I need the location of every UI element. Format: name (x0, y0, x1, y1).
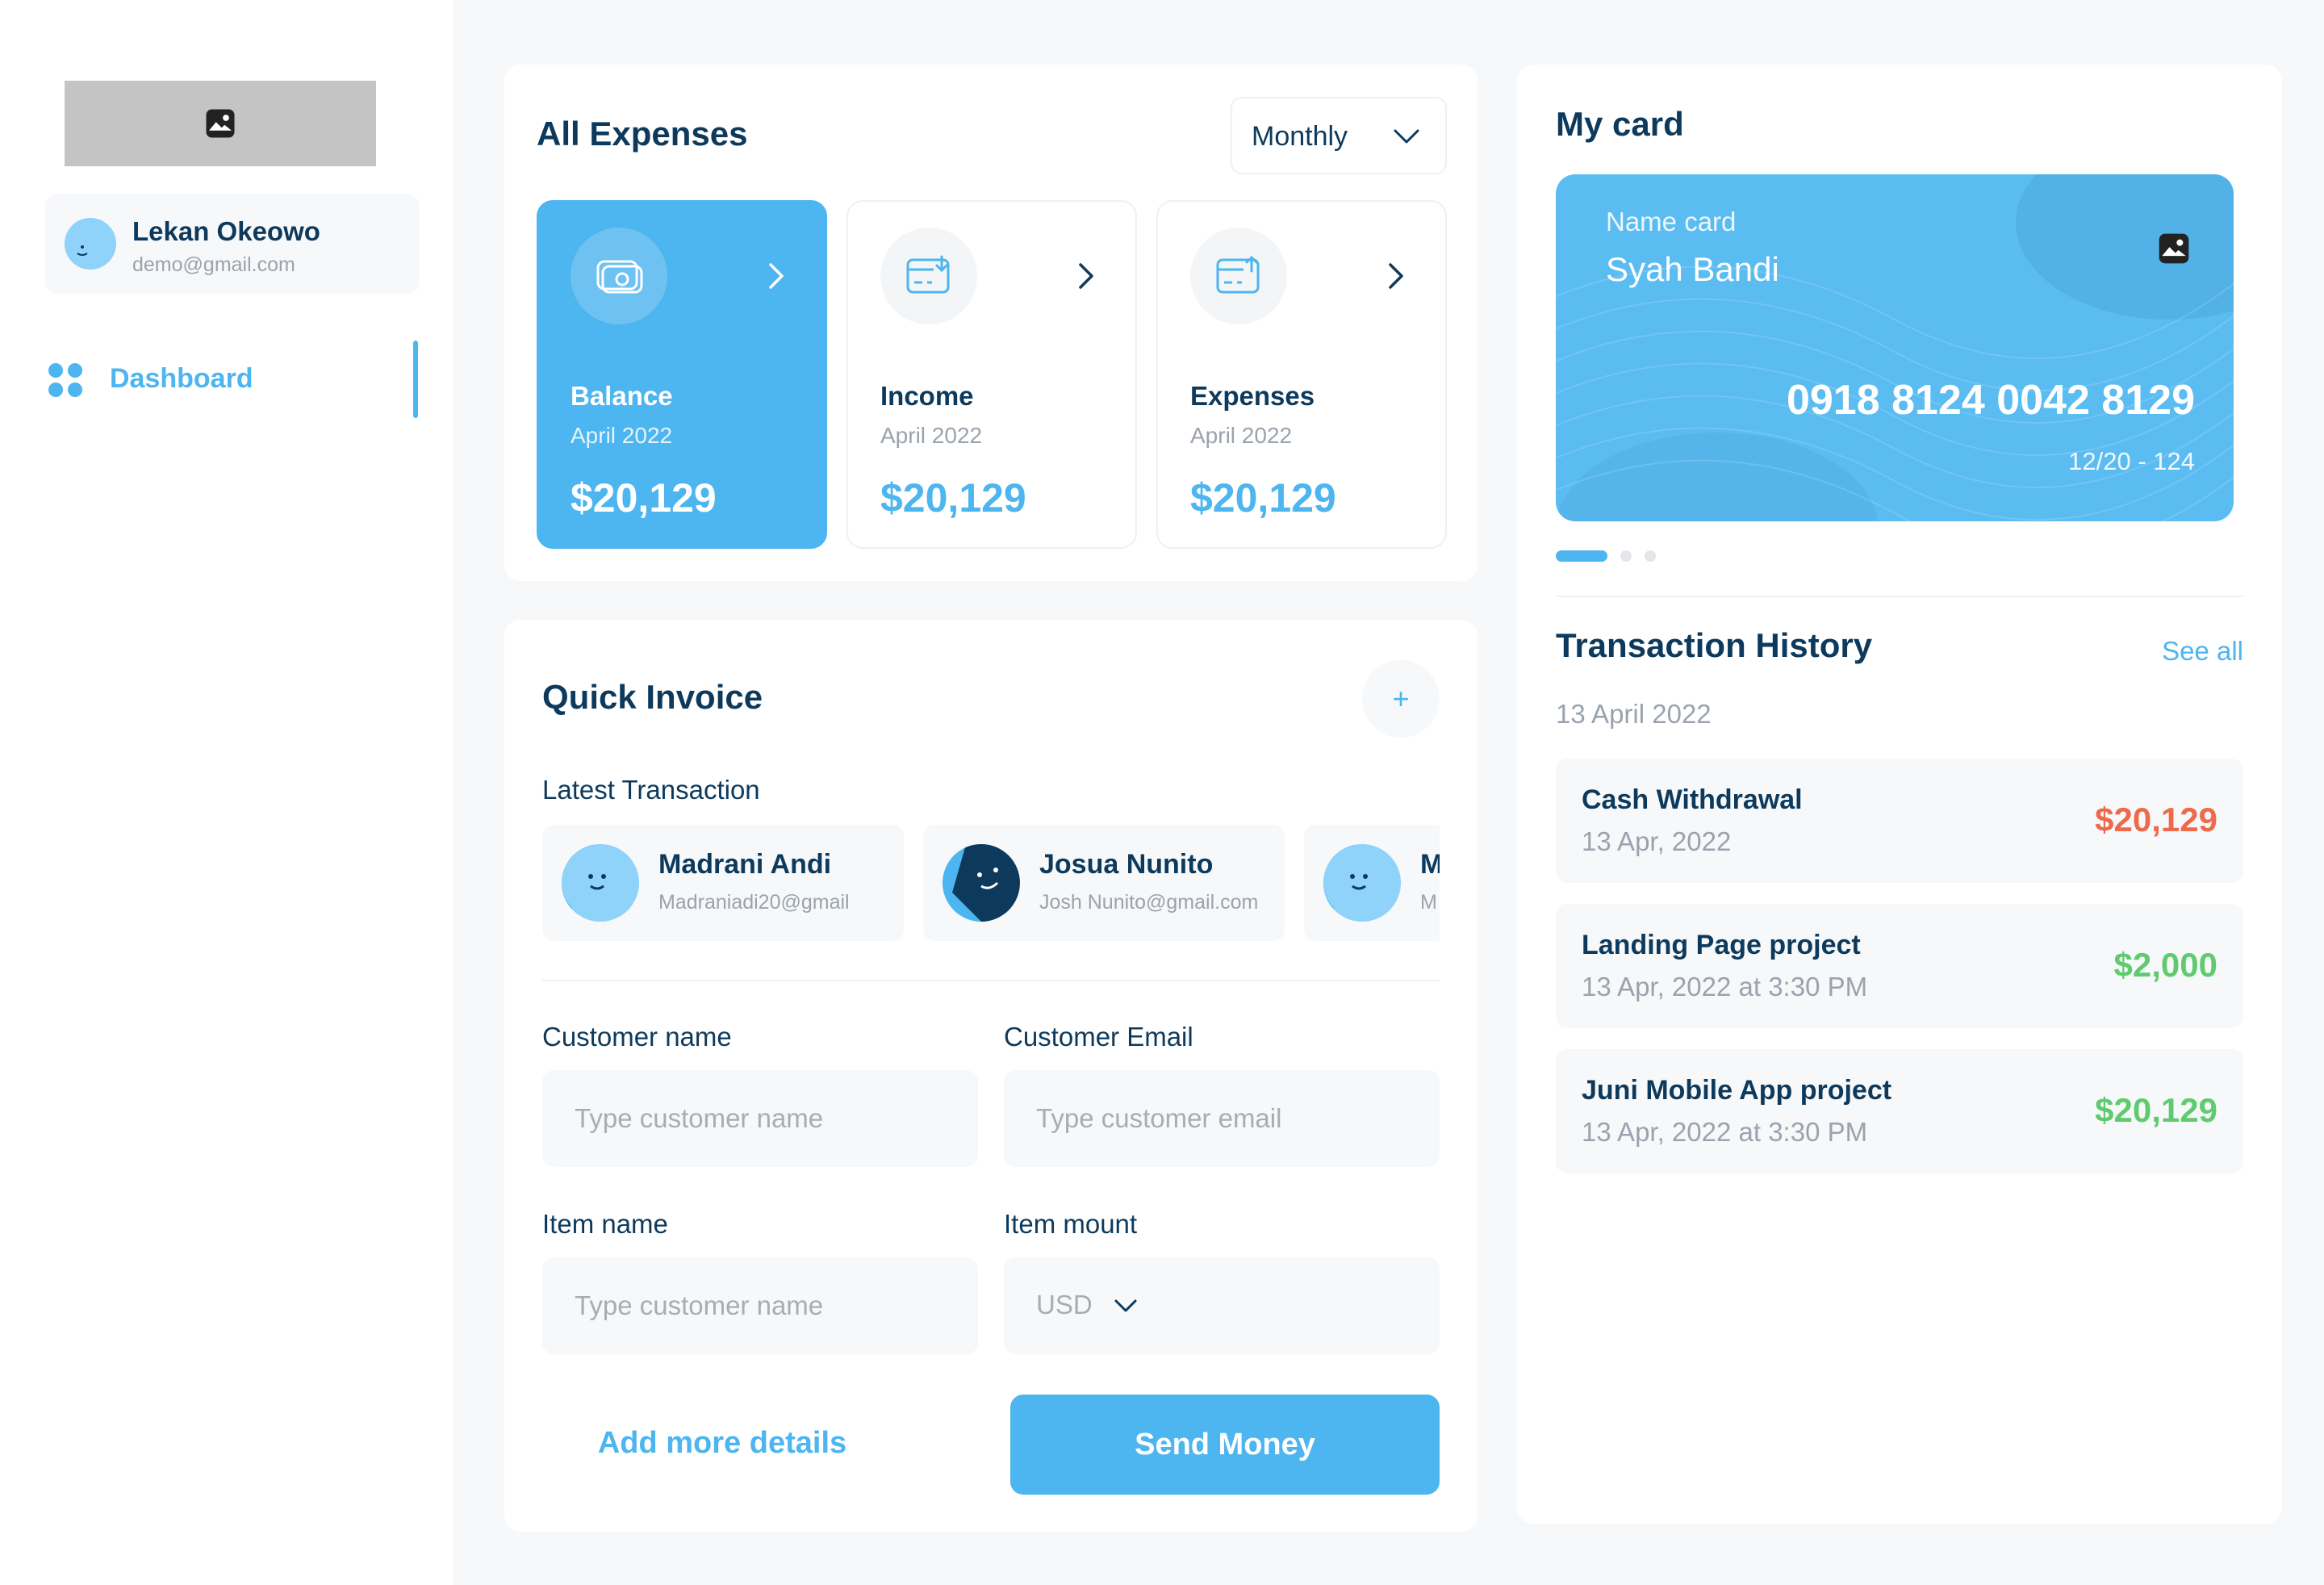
sidebar: Lekan Okeowo demo@gmail.com Dashboard (0, 0, 453, 1585)
grid-icon (48, 363, 82, 397)
panel-title: All Expenses (537, 115, 748, 153)
contact-email: Josh Nunito@gmail.com (1039, 891, 1259, 914)
transaction-date: 13 Apr, 2022 at 3:30 PM (1582, 1117, 1868, 1147)
customer-email-input[interactable] (1004, 1070, 1440, 1167)
transaction-item[interactable]: Juni Mobile App project 13 Apr, 2022 at … (1556, 1049, 2243, 1173)
income-icon (880, 228, 977, 324)
carousel-dot[interactable] (1620, 550, 1632, 562)
see-all-link[interactable]: See all (2162, 636, 2243, 667)
plus-icon: + (1392, 682, 1410, 715)
transaction-title: Juni Mobile App project (1582, 1075, 1892, 1106)
avatar (65, 218, 116, 270)
contacts-list: Madrani Andi Madraniadi20@gmail Josua Nu… (542, 825, 1440, 946)
chevron-down-icon (1114, 1299, 1137, 1312)
transaction-amount: $20,129 (2095, 1091, 2217, 1129)
currency-select[interactable]: USD (1004, 1257, 1440, 1354)
transaction-history-title: Transaction History (1556, 626, 1873, 664)
contact-item[interactable]: Madrani Andi Madraniadi20@gmail (542, 825, 904, 941)
contact-name: M (1420, 849, 1440, 880)
transaction-item[interactable]: Landing Page project 13 Apr, 2022 at 3:3… (1556, 904, 2243, 1028)
contact-item[interactable]: M M (1304, 825, 1440, 941)
stat-label: Income (880, 381, 974, 411)
item-name-field[interactable] (542, 1257, 978, 1354)
add-invoice-button[interactable]: + (1362, 660, 1440, 738)
avatar (562, 844, 639, 922)
transaction-title: Landing Page project (1582, 930, 1861, 960)
transaction-date: 13 Apr, 2022 at 3:30 PM (1582, 972, 1868, 1002)
history-date: 13 April 2022 (1556, 699, 1712, 729)
stat-label: Balance (571, 381, 673, 411)
card-holder-name: Syah Bandi (1606, 250, 1779, 288)
avatar (1323, 844, 1401, 922)
customer-email-label: Customer Email (1004, 1022, 1193, 1052)
sidebar-item-dashboard[interactable]: Dashboard (45, 339, 420, 418)
period-select-value: Monthly (1252, 121, 1348, 152)
card-brand-icon (2159, 233, 2189, 264)
carousel-dot[interactable] (1645, 550, 1656, 562)
add-more-details-button[interactable]: Add more details (537, 1395, 908, 1491)
chevron-right-icon[interactable] (764, 260, 788, 292)
chevron-down-icon (1394, 129, 1419, 144)
item-amount-label: Item mount (1004, 1209, 1138, 1239)
transaction-amount: $20,129 (2095, 801, 2217, 839)
panel-title: Quick Invoice (542, 678, 763, 716)
income-card[interactable]: Income April 2022 $20,129 (846, 200, 1137, 549)
expense-icon (1190, 228, 1287, 324)
stat-value: $20,129 (880, 475, 1026, 521)
quick-invoice-panel: Quick Invoice + Latest Transaction Madra… (504, 620, 1478, 1532)
card-name-label: Name card (1606, 207, 1737, 236)
user-email: demo@gmail.com (132, 253, 295, 276)
item-name-label: Item name (542, 1209, 668, 1239)
item-name-input[interactable] (542, 1257, 978, 1354)
panel-title: My card (1556, 105, 1684, 143)
currency-value: USD (1036, 1290, 1093, 1319)
avatar (943, 844, 1020, 922)
transaction-title: Cash Withdrawal (1582, 784, 1803, 815)
latest-transaction-label: Latest Transaction (542, 775, 760, 805)
customer-name-field[interactable] (542, 1070, 978, 1167)
stat-date: April 2022 (880, 423, 983, 448)
image-placeholder-icon (206, 109, 235, 138)
user-profile[interactable]: Lekan Okeowo demo@gmail.com (45, 194, 420, 294)
transaction-date: 13 Apr, 2022 (1582, 826, 1732, 856)
stat-date: April 2022 (571, 423, 673, 448)
user-name: Lekan Okeowo (132, 216, 320, 246)
my-card-panel: My card Name card Syah Bandi 0918 8124 0… (1517, 65, 2282, 1524)
card-number: 0918 8124 0042 8129 (1786, 377, 2195, 424)
active-indicator (413, 341, 418, 418)
contact-email: M (1420, 891, 1437, 914)
all-expenses-panel: All Expenses Monthly Balance April 2022 … (504, 65, 1478, 581)
contact-name: Josua Nunito (1039, 849, 1214, 880)
stat-date: April 2022 (1190, 423, 1293, 448)
transaction-amount: $2,000 (2113, 946, 2217, 984)
balance-card[interactable]: Balance April 2022 $20,129 (537, 200, 827, 549)
send-money-button[interactable]: Send Money (1010, 1395, 1440, 1495)
stat-value: $20,129 (571, 475, 717, 521)
customer-name-label: Customer name (542, 1022, 732, 1052)
wallet-icon (571, 228, 667, 324)
divider (542, 980, 1440, 981)
customer-email-field[interactable] (1004, 1070, 1440, 1167)
contact-name: Madrani Andi (658, 849, 832, 880)
period-select[interactable]: Monthly (1231, 97, 1447, 174)
bank-card[interactable]: Name card Syah Bandi 0918 8124 0042 8129… (1556, 174, 2234, 521)
sidebar-item-label: Dashboard (110, 363, 253, 394)
card-expiry: 12/20 - 124 (2068, 447, 2195, 475)
expenses-card[interactable]: Expenses April 2022 $20,129 (1156, 200, 1447, 549)
contact-email: Madraniadi20@gmail (658, 891, 850, 914)
transaction-item[interactable]: Cash Withdrawal 13 Apr, 2022 $20,129 (1556, 759, 2243, 883)
carousel-dot[interactable] (1556, 550, 1607, 562)
divider (1556, 596, 2243, 597)
logo-placeholder (65, 81, 376, 166)
stat-value: $20,129 (1190, 475, 1336, 521)
stat-label: Expenses (1190, 381, 1315, 411)
customer-name-input[interactable] (542, 1070, 978, 1167)
contact-item[interactable]: Josua Nunito Josh Nunito@gmail.com (923, 825, 1285, 941)
chevron-right-icon[interactable] (1074, 260, 1098, 292)
chevron-right-icon[interactable] (1384, 260, 1408, 292)
